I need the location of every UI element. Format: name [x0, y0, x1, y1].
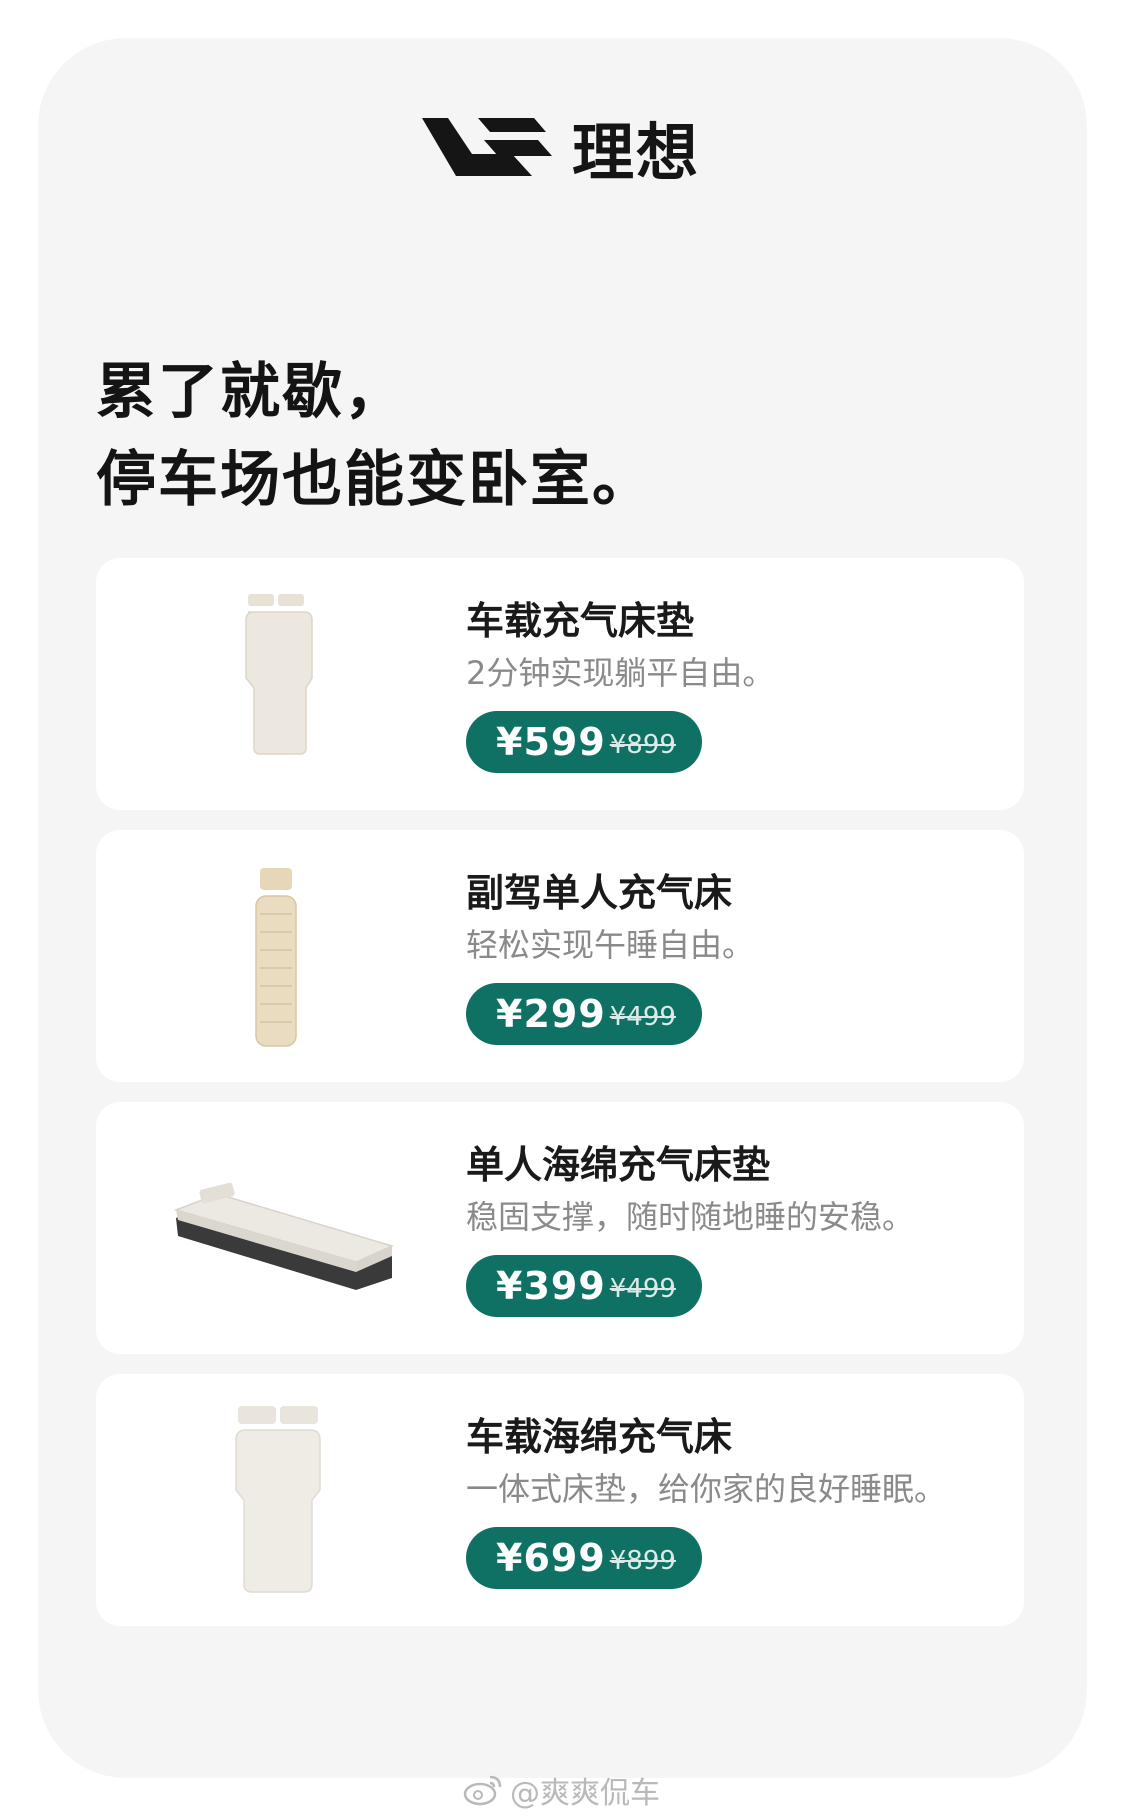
product-card[interactable]: 车载充气床垫 2分钟实现躺平自由。 ¥599 ¥899: [96, 558, 1024, 810]
brand-name: 理想: [572, 116, 701, 189]
product-description: 轻松实现午睡自由。: [466, 926, 755, 964]
product-title: 车载充气床垫: [466, 599, 695, 643]
original-price: ¥899: [609, 730, 676, 760]
weibo-icon: [463, 1775, 502, 1806]
current-price: ¥699: [496, 1536, 606, 1580]
price-button[interactable]: ¥699 ¥899: [466, 1527, 702, 1589]
air-mattress-image: [245, 594, 313, 755]
price-button[interactable]: ¥299 ¥499: [466, 983, 702, 1045]
sponge-air-mattress-image: [173, 1182, 395, 1290]
product-title: 副驾单人充气床: [466, 871, 733, 915]
headline: 累了就歇， 停车场也能变卧室。: [96, 348, 654, 524]
original-price: ¥499: [609, 1274, 676, 1304]
headline-line-2: 停车场也能变卧室。: [96, 445, 654, 515]
price-button[interactable]: ¥599 ¥899: [466, 711, 702, 773]
product-title: 单人海绵充气床垫: [466, 1143, 771, 1187]
product-card[interactable]: 副驾单人充气床 轻松实现午睡自由。 ¥299 ¥499: [96, 830, 1024, 1082]
current-price: ¥599: [496, 720, 606, 764]
watermark: @爽爽侃车: [462, 1768, 660, 1812]
original-price: ¥499: [609, 1002, 676, 1032]
brand-header: 理想: [420, 102, 700, 192]
watermark-text: @爽爽侃车: [510, 1776, 660, 1811]
single-air-bed-image: [255, 868, 297, 1047]
product-card[interactable]: 单人海绵充气床垫 稳固支撑，随时随地睡的安稳。 ¥399 ¥499: [96, 1102, 1024, 1354]
product-card[interactable]: 车载海绵充气床 一体式床垫，给你家的良好睡眠。 ¥699 ¥899: [96, 1374, 1024, 1626]
headline-line-1: 累了就歇，: [96, 357, 406, 427]
current-price: ¥399: [496, 1264, 606, 1308]
price-button[interactable]: ¥399 ¥499: [466, 1255, 702, 1317]
product-description: 2分钟实现躺平自由。: [466, 654, 775, 692]
current-price: ¥299: [496, 992, 606, 1036]
product-description: 一体式床垫，给你家的良好睡眠。: [466, 1470, 947, 1508]
sponge-air-bed-image: [235, 1406, 321, 1593]
product-title: 车载海绵充气床: [466, 1415, 733, 1459]
original-price: ¥899: [609, 1546, 676, 1576]
li-auto-logo-icon: [422, 118, 552, 176]
product-description: 稳固支撑，随时随地睡的安稳。: [466, 1198, 915, 1236]
